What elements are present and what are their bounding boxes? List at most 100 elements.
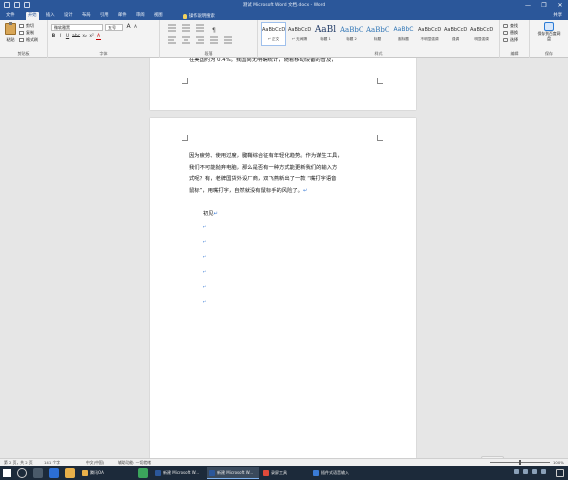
taskbar-app-oa[interactable]: 腾讯OA: [80, 467, 135, 479]
style-heading-1-name: 标题 1: [320, 37, 331, 41]
style-subtitle[interactable]: AaBbC 副标题: [391, 22, 416, 46]
cut-button[interactable]: 剪切: [19, 23, 34, 29]
paragraph-mark: ↵: [213, 211, 219, 217]
tab-view[interactable]: 视图: [152, 12, 165, 20]
style-intense-emphasis[interactable]: AaBbCcD 明显强调: [469, 22, 494, 46]
bold-button[interactable]: B: [51, 34, 56, 40]
page-1[interactable]: 在美国约为 0.4%。我国尚无明确统计，随着移动设备的普及，: [150, 58, 416, 110]
paste-button[interactable]: 粘贴: [3, 22, 18, 46]
font-size-select[interactable]: 五号: [105, 24, 123, 31]
body-paragraph[interactable]: 因为疲劳、使用过度，腱鞘综合征有年轻化趋势。作为谋生工具， 我们不可能抛弃电脑，…: [189, 151, 389, 197]
find-button[interactable]: 查找: [503, 23, 518, 29]
select-icon: [503, 38, 508, 42]
crop-mark: [182, 78, 188, 84]
page1-text[interactable]: 在美国约为 0.4%。我国尚无明确统计，随着移动设备的普及，: [189, 58, 389, 67]
tab-insert[interactable]: 插入: [44, 12, 57, 20]
style-title[interactable]: AaBbC 标题: [365, 22, 390, 46]
task-view-icon[interactable]: [33, 468, 43, 478]
find-label: 查找: [510, 23, 518, 28]
editing-group-label: 编辑: [510, 51, 519, 56]
zoom-level[interactable]: 100%: [553, 460, 564, 465]
indented-text: 初见: [203, 211, 214, 217]
style-intense-emphasis-name: 明显强调: [474, 37, 489, 41]
tray-chevron-icon[interactable]: [514, 469, 519, 474]
zoom-slider-thumb[interactable]: [519, 460, 521, 465]
language[interactable]: 中文(中国): [86, 460, 104, 465]
save-to-baidu-button[interactable]: 保存到百度网盘: [536, 22, 562, 41]
volume-icon[interactable]: [532, 469, 537, 474]
search-icon: [503, 24, 508, 28]
page-2[interactable]: 因为疲劳、使用过度，腱鞘综合征有年轻化趋势。作为谋生工具， 我们不可能抛弃电脑，…: [150, 118, 416, 458]
empty-paragraph-mark: ↵: [203, 284, 207, 289]
notification-icon[interactable]: [556, 469, 564, 477]
style-heading-2[interactable]: AaBbC 标题 2: [339, 22, 364, 46]
paste-label: 粘贴: [6, 37, 15, 42]
style-heading-1[interactable]: AaBl 标题 1: [313, 22, 338, 46]
status-bar: 第 2 页，共 2 页 141 个字 中文(中国) 辅助功能: 一切就绪 100…: [0, 458, 568, 466]
taskbar-app-recorder[interactable]: 录屏工具: [261, 467, 309, 479]
title-bar: 测试 Microsoft Word 文档.docx - Word — ❐ ✕: [0, 0, 568, 11]
replace-button[interactable]: 替换: [503, 30, 518, 36]
underline-button[interactable]: U: [65, 34, 70, 40]
tab-mailings[interactable]: 邮件: [116, 12, 129, 20]
restore-button[interactable]: ❐: [536, 0, 552, 11]
tell-me-search[interactable]: 操作说明搜索: [183, 12, 215, 20]
windows-start-icon[interactable]: [3, 469, 11, 477]
font-color-button[interactable]: A: [96, 34, 102, 40]
tab-home[interactable]: 开始: [26, 12, 39, 20]
grow-font-button[interactable]: A: [126, 24, 131, 30]
network-icon[interactable]: [523, 469, 528, 474]
paragraph-mark: ↵: [302, 187, 308, 194]
search-icon[interactable]: [17, 468, 27, 478]
select-button[interactable]: 选择: [503, 37, 518, 43]
lightbulb-icon: [183, 13, 187, 19]
style-normal[interactable]: AaBbCcD ↵ 正文: [261, 22, 286, 46]
clipboard-icon: [5, 22, 16, 35]
style-subtle-emphasis[interactable]: AaBbCcD 不明显强调: [417, 22, 442, 46]
paragraph-group-label: 段落: [204, 51, 213, 56]
strikethrough-button[interactable]: abc: [72, 34, 80, 40]
superscript-button[interactable]: x²: [89, 34, 94, 40]
shrink-font-button[interactable]: A: [133, 24, 138, 30]
taskbar-app-label: 新建 Microsoft W...: [163, 470, 200, 475]
style-title-sample: AaBbC: [366, 26, 389, 34]
paragraph-line: 因为疲劳、使用过度，腱鞘综合征有年轻化趋势。作为谋生工具，: [189, 153, 343, 159]
tab-design[interactable]: 设计: [62, 12, 75, 20]
font-name-select[interactable]: 微软雅黑: [51, 24, 103, 31]
tab-file[interactable]: 文件: [4, 12, 17, 20]
ime-icon[interactable]: [541, 469, 546, 474]
style-emphasis[interactable]: AaBbCcD 强调: [443, 22, 468, 46]
wechat-icon[interactable]: [138, 468, 148, 478]
accessibility-status[interactable]: 辅助功能: 一切就绪: [118, 460, 151, 465]
taskbar-app-word-1[interactable]: 新建 Microsoft W...: [153, 467, 205, 479]
file-explorer-icon[interactable]: [65, 468, 75, 478]
copy-button[interactable]: 复制: [19, 30, 34, 36]
subscript-button[interactable]: x₂: [82, 34, 87, 40]
paragraph-icons[interactable]: ¶: [166, 23, 252, 45]
paragraph-line: 我们不可能抛弃电脑，那么是否有一种方式能更新我们的输入方: [189, 164, 338, 171]
italic-button[interactable]: I: [58, 34, 63, 40]
save-group: 保存到百度网盘 保存: [530, 20, 568, 58]
taskbar-app-word-2[interactable]: 新建 Microsoft W...: [207, 467, 259, 479]
tab-references[interactable]: 引用: [98, 12, 111, 20]
close-button[interactable]: ✕: [552, 0, 568, 11]
share-button[interactable]: 共享: [553, 12, 562, 20]
page-count[interactable]: 第 2 页，共 2 页: [4, 460, 33, 465]
indented-line[interactable]: 初见↵: [203, 209, 218, 217]
format-painter-button[interactable]: 格式刷: [19, 37, 38, 43]
style-no-spacing[interactable]: AaBbCcD ↵ 无间隔: [287, 22, 312, 46]
paragraph-line: 鼠标”，用嘴打字，自然就没有鼠标手的风险了。↵: [189, 186, 389, 198]
taskbar-app-voice-input[interactable]: 插件式语音输入: [311, 467, 367, 479]
tab-review[interactable]: 审阅: [134, 12, 147, 20]
tab-layout[interactable]: 布局: [80, 12, 93, 20]
tab-baidu[interactable]: [168, 12, 172, 20]
style-subtle-emphasis-name: 不明显强调: [420, 37, 439, 41]
store-icon[interactable]: [49, 468, 59, 478]
system-tray: [514, 469, 546, 474]
document-area[interactable]: 在美国约为 0.4%。我国尚无明确统计，随着移动设备的普及， 因为疲劳、使用过度…: [0, 58, 568, 458]
paragraph-line: 式呢？有，老牌国货外设厂商，双飞燕新出了一款 “嘴打字语音: [189, 176, 337, 182]
minimize-button[interactable]: —: [520, 0, 536, 11]
styles-group-label: 样式: [374, 51, 383, 56]
style-heading-2-name: 标题 2: [346, 37, 357, 41]
word-count[interactable]: 141 个字: [44, 460, 60, 465]
